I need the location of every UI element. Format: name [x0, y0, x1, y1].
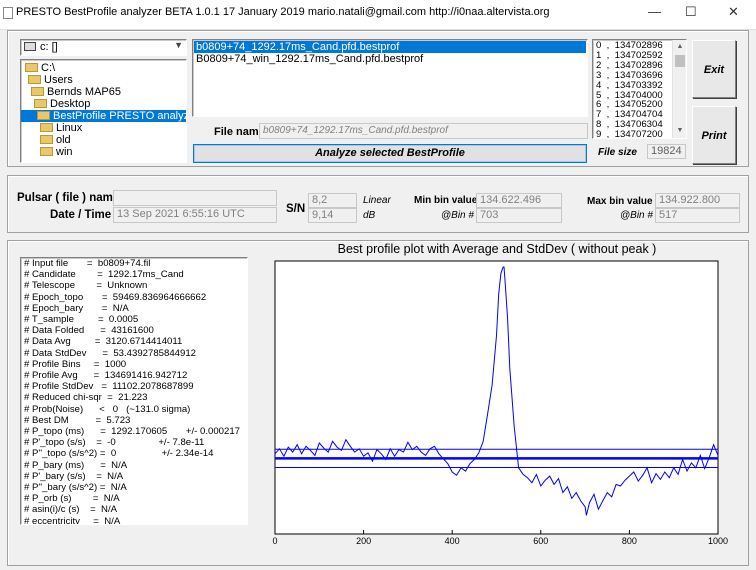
drive-value: c: [] — [40, 41, 58, 53]
max-bin-value: 134.922.800 — [655, 193, 740, 208]
folder-item[interactable]: C:\ — [25, 62, 55, 74]
folder-open-icon — [34, 99, 47, 108]
info-line: # Epoch_topo = 59469.836964666662 — [24, 291, 207, 303]
folder-tree[interactable]: C:\ Users Bernds MAP65 Desktop BestProfi… — [20, 59, 187, 163]
file-name-label: File name — [214, 126, 265, 138]
analyze-button[interactable]: Analyze selected BestProfile — [193, 144, 587, 163]
sn-linear-label: Linear — [363, 195, 391, 206]
file-list[interactable]: b0809+74_1292.17ms_Cand.pfd.bestprof B08… — [192, 39, 588, 117]
info-line: # Data StdDev = 53.4392785844912 — [24, 347, 197, 359]
sn-label: S/N — [286, 203, 306, 215]
folder-item[interactable]: win — [40, 146, 73, 158]
folder-item[interactable]: Bernds MAP65 — [31, 86, 121, 98]
file-item[interactable]: B0809+74_win_1292.17ms_Cand.pfd.bestprof — [194, 53, 586, 65]
info-line: # P_bary (ms) = N/A — [24, 459, 128, 471]
pulsar-name-field — [113, 190, 277, 206]
sn-db-value: 9,14 — [308, 208, 357, 223]
info-line: # Reduced chi-sqr = 21.223 — [24, 392, 148, 404]
info-line: # P'_topo (s/s) = -0 +/- 7.8e-11 — [24, 437, 205, 449]
folder-icon — [40, 123, 53, 132]
folder-open-icon — [25, 63, 38, 72]
window-title: PRESTO BestProfile analyzer BETA 1.0.1 1… — [16, 6, 550, 18]
info-line: # Data Avg = 3120.6714414011 — [24, 336, 183, 348]
info-line: # P''_topo (s/s^2) = 0 +/- 2.34e-14 — [24, 448, 214, 460]
profile-chart: Best profile plot with Average and StdDe… — [272, 242, 728, 546]
min-bin-value: 134.622.496 — [476, 193, 562, 208]
file-size-label: File size — [598, 147, 637, 158]
scroll-thumb[interactable] — [675, 55, 685, 67]
bestprof-info-box: # Input file = b0809+74.fil # Candidate =… — [20, 257, 248, 525]
chart-title: Best profile plot with Average and StdDe… — [338, 242, 657, 256]
pulsar-name-label: Pulsar ( file ) name — [17, 192, 120, 204]
x-tick-label: 800 — [622, 536, 637, 546]
date-time-label: Date / Time — [50, 209, 112, 221]
drive-select[interactable]: c: [] ▼ — [20, 39, 187, 56]
drive-icon — [24, 42, 36, 51]
info-line: # Input file = b0809+74.fil — [24, 258, 151, 269]
info-line: # Profile Bins = 1000 — [24, 358, 127, 370]
info-line: # P''_bary (s/s^2) = N/A — [24, 482, 127, 494]
folder-item[interactable]: Linux — [40, 122, 82, 134]
info-line: # Profile Avg = 134691416.942712 — [24, 370, 188, 382]
sn-linear-value: 8,2 — [308, 193, 357, 208]
max-bin-at-value: 517 — [655, 208, 740, 223]
info-line: # T_sample = 0.0005 — [24, 314, 139, 326]
close-button[interactable]: ✕ — [728, 4, 739, 20]
app-icon — [3, 7, 13, 19]
folder-icon — [40, 135, 53, 144]
x-tick-label: 600 — [533, 536, 548, 546]
x-tick-label: 400 — [445, 536, 460, 546]
max-bin-label: Max bin value — [587, 196, 653, 207]
bestprof-info-lines: # Input file = b0809+74.fil # Candidate =… — [24, 258, 240, 525]
folder-item[interactable]: Desktop — [34, 98, 90, 110]
info-line: # P_orb (s) = N/A — [24, 493, 120, 505]
folder-open-icon — [28, 75, 41, 84]
x-tick-label: 0 — [272, 536, 277, 546]
folder-item[interactable]: Users — [28, 74, 73, 86]
x-tick-label: 200 — [356, 536, 371, 546]
bin-values-list[interactable]: 0 , 134702896 1 , 134702592 2 , 134702896 3… — [592, 39, 687, 139]
scrollbar[interactable]: ▲ ▼ — [672, 40, 686, 138]
minimize-button[interactable]: — — [648, 4, 661, 19]
info-line: # Profile StdDev = 11102.2078687899 — [24, 381, 194, 393]
date-time-field: 13 Sep 2021 6:55:16 UTC — [113, 207, 277, 223]
bin-values-lines: 0 , 134702896 1 , 134702592 2 , 134702896 3… — [596, 41, 663, 138]
folder-icon — [40, 147, 53, 156]
chevron-down-icon[interactable]: ▼ — [174, 40, 183, 50]
info-line: # P'_bary (s/s) = N/A — [24, 470, 124, 482]
info-line: # Data Folded = 43161600 — [24, 325, 154, 337]
max-bin-at-label: @Bin # — [620, 210, 653, 221]
scroll-down-icon[interactable]: ▼ — [673, 124, 686, 138]
exit-button[interactable]: Exit — [692, 40, 736, 98]
info-line: # P_topo (ms) = 1292.170605 +/- 0.000217 — [24, 426, 240, 438]
print-button[interactable]: Print — [692, 106, 736, 164]
maximize-button[interactable]: ☐ — [685, 4, 697, 20]
plot-area — [274, 260, 719, 535]
folder-item[interactable]: old — [40, 134, 71, 146]
bin-value-item[interactable]: 9 , 134707200 — [596, 130, 663, 138]
sn-db-label: dB — [363, 210, 376, 221]
info-line: # Epoch_bary = N/A — [24, 302, 129, 314]
folder-open-icon — [37, 111, 50, 120]
min-bin-at-value: 703 — [476, 208, 562, 223]
info-line: # eccentricity = N/A — [24, 515, 121, 525]
file-size-value: 19824 — [647, 144, 686, 159]
info-line: # asin(i)/c (s) = N/A — [24, 504, 118, 516]
folder-open-icon — [31, 87, 44, 96]
folder-item-selected[interactable]: BestProfile PRESTO analyzer 1.0.1.e — [21, 110, 186, 122]
min-bin-at-label: @Bin # — [441, 210, 474, 221]
title-bar: PRESTO BestProfile analyzer BETA 1.0.1 1… — [0, 0, 756, 30]
info-line: # Telescope = Unknown — [24, 280, 148, 292]
scroll-up-icon[interactable]: ▲ — [673, 40, 686, 54]
x-tick-label: 1000 — [708, 536, 728, 546]
file-name-field[interactable]: b0809+74_1292.17ms_Cand.pfd.bestprof — [259, 123, 588, 139]
file-item-selected[interactable]: b0809+74_1292.17ms_Cand.pfd.bestprof — [194, 41, 586, 53]
info-line: # Prob(Noise) < 0 (~131.0 sigma) — [24, 403, 191, 415]
info-line: # Best DM = 5.723 — [24, 414, 131, 426]
min-bin-label: Min bin value — [414, 195, 478, 206]
info-line: # Candidate = 1292.17ms_Cand — [24, 269, 184, 281]
